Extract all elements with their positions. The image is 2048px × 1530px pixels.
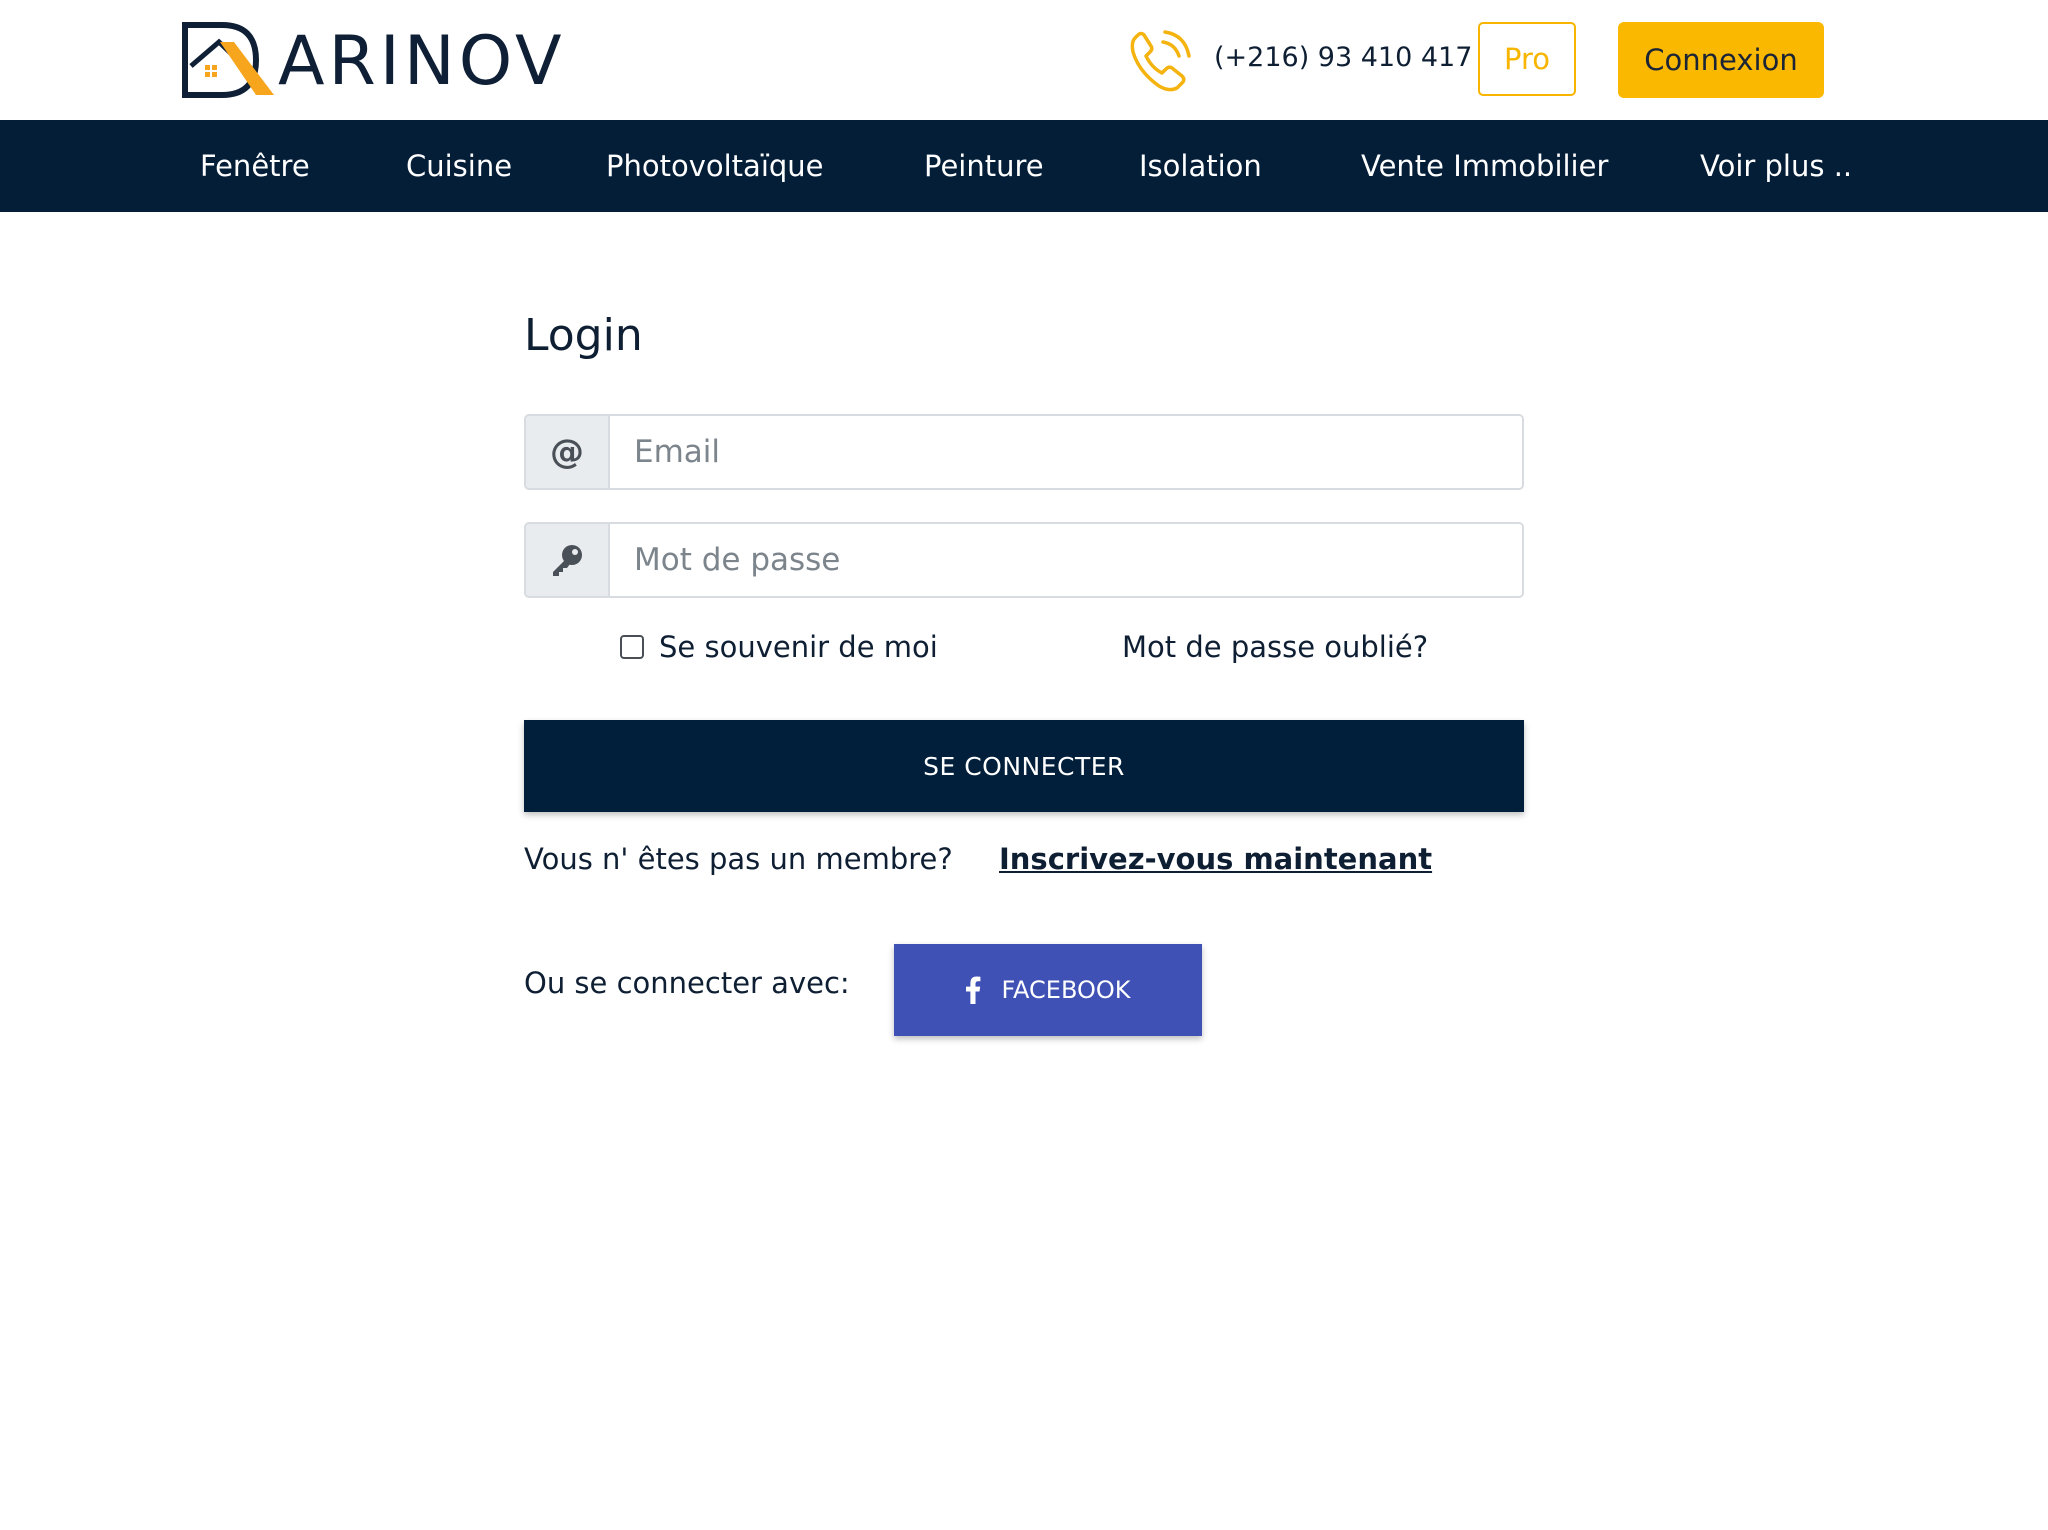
facebook-icon (965, 976, 981, 1004)
nav-item-photovoltaique[interactable]: Photovoltaïque (606, 120, 824, 212)
email-field[interactable] (610, 416, 1522, 488)
remember-label[interactable]: Se souvenir de moi (659, 630, 938, 664)
nav-item-vente-immobilier[interactable]: Vente Immobilier (1361, 120, 1608, 212)
phone-icon (1125, 26, 1195, 96)
site-header: ARINOV (+216) 93 410 417 Pro Connexion (0, 0, 2048, 120)
nav-item-isolation[interactable]: Isolation (1139, 120, 1262, 212)
not-member-text: Vous n' êtes pas un membre? (524, 842, 953, 876)
facebook-login-button[interactable]: FACEBOOK (894, 944, 1202, 1036)
facebook-label: FACEBOOK (1001, 976, 1131, 1004)
password-field[interactable] (610, 524, 1522, 596)
key-icon (553, 545, 582, 576)
social-login-label: Ou se connecter avec: (524, 966, 850, 1000)
password-input-group (524, 522, 1524, 598)
remember-checkbox[interactable] (620, 635, 644, 659)
phone-number[interactable]: (+216) 93 410 417 (1214, 38, 1472, 78)
nav-item-cuisine[interactable]: Cuisine (406, 120, 512, 212)
logo-text: ARINOV (278, 22, 566, 101)
email-input-group: @ (524, 414, 1524, 490)
connexion-button[interactable]: Connexion (1618, 22, 1824, 98)
main-nav: Fenêtre Cuisine Photovoltaïque Peinture … (0, 120, 2048, 212)
signup-link[interactable]: Inscrivez-vous maintenant (999, 842, 1432, 876)
at-icon: @ (550, 432, 584, 472)
email-addon: @ (526, 416, 610, 488)
forgot-password-link[interactable]: Mot de passe oublié? (1122, 630, 1428, 664)
nav-item-peinture[interactable]: Peinture (924, 120, 1044, 212)
site-logo[interactable]: ARINOV (182, 22, 562, 100)
login-submit-button[interactable]: SE CONNECTER (524, 720, 1524, 812)
login-title: Login (524, 310, 643, 361)
password-addon (526, 524, 610, 596)
pro-button[interactable]: Pro (1478, 22, 1576, 96)
nav-item-fenetre[interactable]: Fenêtre (200, 120, 310, 212)
nav-item-voir-plus[interactable]: Voir plus .. (1700, 120, 1852, 212)
remember-me: Se souvenir de moi (620, 630, 938, 664)
